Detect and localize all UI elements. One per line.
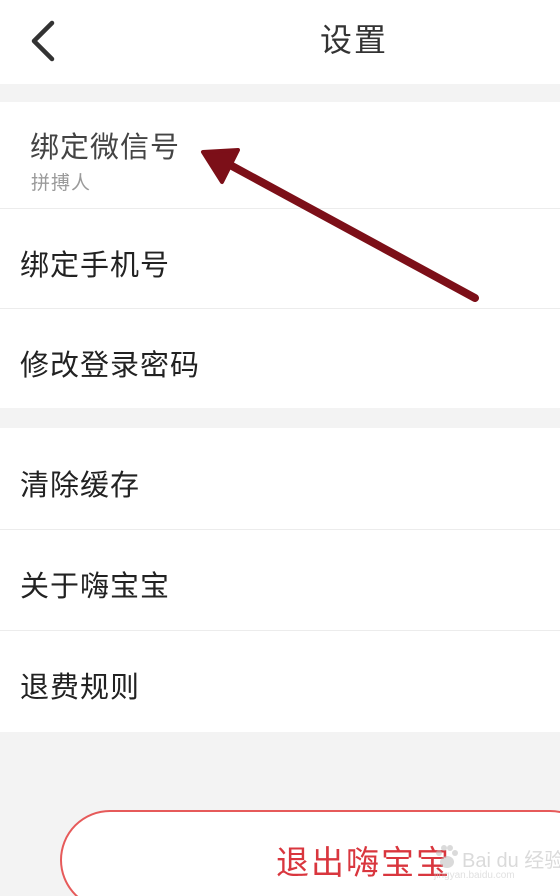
bind-phone-item[interactable]: 绑定手机号 — [0, 208, 560, 308]
general-settings-group: 清除缓存 关于嗨宝宝 退费规则 — [0, 428, 560, 732]
clear-cache-item[interactable]: 清除缓存 — [0, 428, 560, 529]
change-password-item[interactable]: 修改登录密码 — [0, 308, 560, 408]
top-nav-bar: 设置 — [0, 0, 560, 84]
bound-wechat-name: 拼搏人 — [31, 172, 92, 194]
refund-rules-label: 退费规则 — [20, 670, 141, 704]
settings-screen: 设置 绑定微信号 拼搏人 绑定手机号 修改登录密码 清除缓存 关于嗨宝宝 退费规… — [0, 0, 560, 896]
change-password-label: 修改登录密码 — [20, 348, 201, 382]
bind-wechat-label: 绑定微信号 — [30, 130, 181, 164]
about-item[interactable]: 关于嗨宝宝 — [0, 529, 560, 630]
clear-cache-label: 清除缓存 — [20, 468, 141, 502]
account-settings-group: 绑定微信号 拼搏人 绑定手机号 修改登录密码 — [0, 102, 560, 408]
refund-rules-item[interactable]: 退费规则 — [0, 630, 560, 731]
page-title: 设置 — [319, 21, 388, 59]
about-label: 关于嗨宝宝 — [20, 569, 171, 603]
logout-label: 退出嗨宝宝 — [276, 843, 451, 882]
bind-phone-label: 绑定手机号 — [20, 248, 171, 282]
bind-wechat-item[interactable]: 绑定微信号 拼搏人 — [0, 102, 560, 208]
logout-button[interactable]: 退出嗨宝宝 — [60, 810, 560, 896]
